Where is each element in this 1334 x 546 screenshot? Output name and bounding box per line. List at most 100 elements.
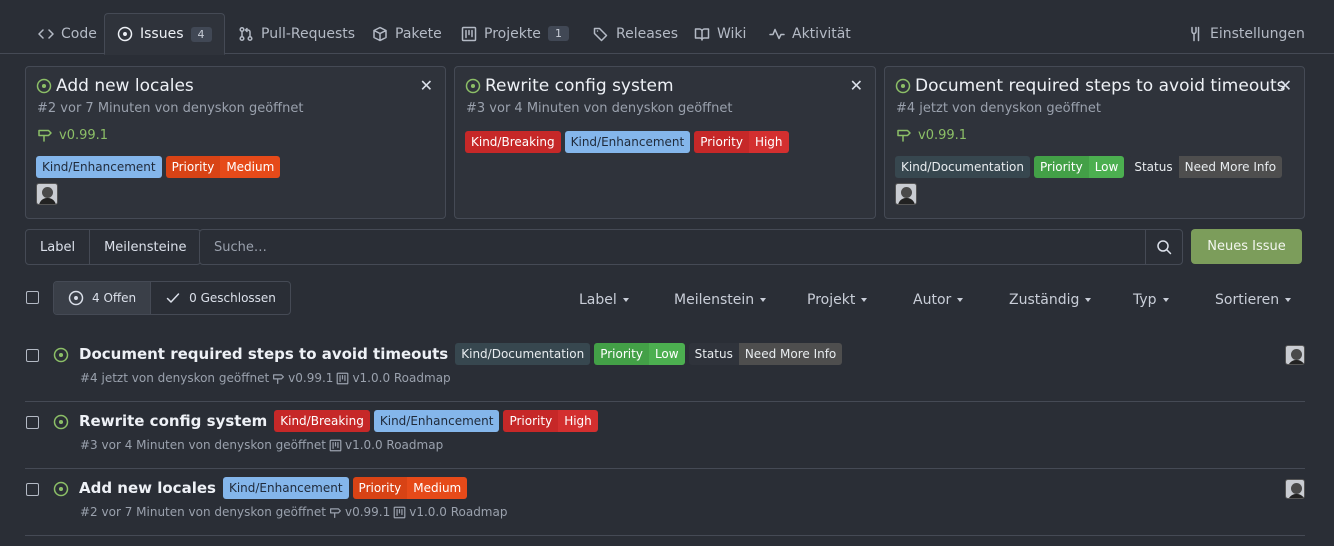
tab-releases[interactable]: Releases	[581, 13, 690, 54]
issue-row: Rewrite config system Kind/Breaking Kind…	[25, 402, 1305, 469]
new-issue-button[interactable]: Neues Issue	[1191, 229, 1302, 264]
issue-milestone[interactable]: v0.99.1	[288, 371, 333, 385]
sort-dropdown[interactable]: Sortieren	[1215, 292, 1292, 308]
issue-meta: #4 jetzt von denyskon geöffnet	[80, 371, 270, 385]
tab-issues[interactable]: Issues 4	[104, 13, 225, 55]
label-list: Kind/Documentation Priority Low Status Nee…	[895, 156, 1283, 178]
pinned-issue-title[interactable]: Add new locales	[56, 76, 194, 96]
label-kind-documentation[interactable]: Kind/Documentation	[455, 343, 591, 365]
pinned-issue-title[interactable]: Rewrite config system	[485, 76, 674, 96]
milestones-button[interactable]: Meilensteine	[89, 230, 200, 264]
caret-down-icon	[861, 298, 868, 302]
assignee-avatar[interactable]	[895, 183, 917, 205]
label-status-need-more-info[interactable]: Status Need More Info	[1128, 156, 1283, 178]
tab-packages[interactable]: Pakete	[360, 13, 454, 54]
issue-project[interactable]: v1.0.0 Roadmap	[409, 505, 507, 519]
label-kind-enhancement[interactable]: Kind/Enhancement	[222, 477, 349, 499]
tab-label: Code	[61, 25, 97, 42]
search-input[interactable]	[200, 230, 1145, 264]
caret-down-icon	[957, 298, 964, 302]
filter-type-dropdown[interactable]: Typ	[1133, 292, 1169, 308]
tab-projects[interactable]: Projekte 1	[449, 13, 581, 54]
issue-checkbox[interactable]	[26, 349, 39, 362]
tab-label: Wiki	[717, 25, 747, 42]
tag-icon	[593, 26, 609, 42]
tab-code[interactable]: Code	[26, 13, 109, 54]
unpin-close-icon[interactable]: ✕	[1279, 76, 1292, 95]
pinned-issue-card[interactable]: Rewrite config system ✕ #3 vor 4 Minuten…	[454, 66, 876, 219]
label-status-need-more-info[interactable]: Status Need More Info	[688, 343, 843, 365]
label-kind-breaking[interactable]: Kind/Breaking	[274, 410, 370, 432]
label-list: Kind/Breaking Kind/Enhancement Priority H…	[465, 131, 789, 153]
issue-title[interactable]: Rewrite config system	[79, 412, 267, 430]
tab-activity[interactable]: Aktivität	[757, 13, 863, 54]
tab-settings[interactable]: Einstellungen	[1175, 13, 1317, 54]
tab-wiki[interactable]: Wiki	[682, 13, 758, 54]
issue-checkbox[interactable]	[26, 416, 39, 429]
label-priority-medium[interactable]: Priority Medium	[165, 156, 281, 178]
label-priority-medium[interactable]: Priority Medium	[352, 477, 468, 499]
project-icon	[461, 26, 477, 42]
pinned-issue-milestone[interactable]: v0.99.1	[59, 128, 108, 143]
issue-search-box	[199, 229, 1183, 265]
tab-label: Einstellungen	[1210, 25, 1305, 42]
pinned-issue-meta: #2 vor 7 Minuten von denyskon geöffnet	[37, 101, 304, 116]
search-button[interactable]	[1145, 230, 1182, 264]
unpin-close-icon[interactable]: ✕	[850, 76, 863, 95]
filter-project-dropdown[interactable]: Projekt	[807, 292, 868, 308]
issue-meta: #3 vor 4 Minuten von denyskon geöffnet	[80, 438, 326, 452]
issue-row: Document required steps to avoid timeout…	[25, 335, 1305, 402]
caret-down-icon	[622, 298, 629, 302]
select-all-checkbox[interactable]	[26, 291, 39, 304]
unpin-close-icon[interactable]: ✕	[420, 76, 433, 95]
open-issues-filter[interactable]: 4 Offen	[54, 282, 151, 314]
issue-title[interactable]: Document required steps to avoid timeout…	[79, 345, 448, 363]
label-kind-enhancement[interactable]: Kind/Enhancement	[373, 410, 500, 432]
milestone-icon	[272, 372, 285, 385]
assignee-avatar[interactable]	[1285, 479, 1305, 499]
caret-down-icon	[1162, 298, 1169, 302]
assignee-avatar[interactable]	[36, 183, 58, 205]
filter-milestone-dropdown[interactable]: Meilenstein	[674, 292, 767, 308]
issue-project[interactable]: v1.0.0 Roadmap	[352, 371, 450, 385]
pinned-issue-title[interactable]: Document required steps to avoid timeout…	[915, 76, 1286, 96]
closed-issues-filter[interactable]: 0 Geschlossen	[150, 282, 290, 314]
issue-project[interactable]: v1.0.0 Roadmap	[345, 438, 443, 452]
pinned-issue-milestone[interactable]: v0.99.1	[918, 128, 967, 143]
assignee-avatar[interactable]	[1285, 345, 1305, 365]
label-kind-breaking[interactable]: Kind/Breaking	[465, 131, 561, 153]
issue-meta: #2 vor 7 Minuten von denyskon geöffnet	[80, 505, 326, 519]
search-icon	[1156, 239, 1172, 255]
labels-button[interactable]: Label	[26, 230, 89, 264]
issue-title[interactable]: Add new locales	[79, 479, 216, 497]
pinned-issue-card[interactable]: Document required steps to avoid timeout…	[884, 66, 1305, 219]
filter-label-dropdown[interactable]: Label	[579, 292, 629, 308]
issue-open-icon	[53, 347, 69, 363]
issues-count-badge: 4	[190, 26, 212, 42]
label-priority-low[interactable]: Priority Low	[1033, 156, 1125, 178]
project-icon	[336, 372, 349, 385]
label-kind-enhancement[interactable]: Kind/Enhancement	[564, 131, 691, 153]
code-icon	[38, 26, 54, 42]
pinned-issue-meta: #3 vor 4 Minuten von denyskon geöffnet	[466, 101, 733, 116]
issue-open-icon	[53, 481, 69, 497]
filter-assignee-dropdown[interactable]: Zuständig	[1009, 292, 1092, 308]
issue-open-icon	[36, 78, 52, 94]
pinned-issue-card[interactable]: Add new locales ✕ #2 vor 7 Minuten von d…	[25, 66, 446, 219]
label-priority-high[interactable]: Priority High	[694, 131, 789, 153]
caret-down-icon	[760, 298, 767, 302]
tab-pull-requests[interactable]: Pull-Requests	[226, 13, 367, 54]
milestone-icon	[329, 506, 342, 519]
issue-checkbox[interactable]	[26, 483, 39, 496]
label-kind-documentation[interactable]: Kind/Documentation	[895, 156, 1030, 178]
label-kind-enhancement[interactable]: Kind/Enhancement	[36, 156, 162, 178]
label-priority-high[interactable]: Priority High	[503, 410, 598, 432]
issue-milestone[interactable]: v0.99.1	[345, 505, 390, 519]
label-priority-low[interactable]: Priority Low	[594, 343, 685, 365]
closed-count-label: 0 Geschlossen	[189, 291, 276, 305]
milestone-icon	[896, 127, 912, 143]
issue-open-icon	[895, 78, 911, 94]
tab-label: Releases	[616, 25, 678, 42]
filter-author-dropdown[interactable]: Autor	[913, 292, 964, 308]
caret-down-icon	[1285, 298, 1292, 302]
